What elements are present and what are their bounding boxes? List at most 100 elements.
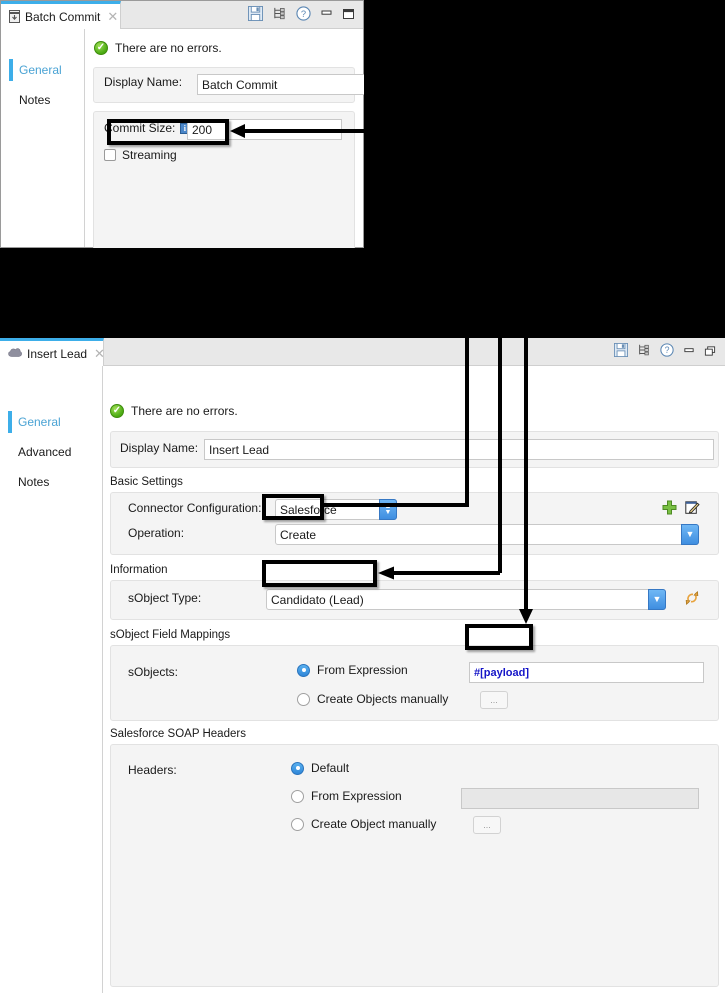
- maximize-icon[interactable]: [342, 7, 355, 25]
- insert-display-name-value: Insert Lead: [209, 442, 270, 457]
- radio-from-expression-label: From Expression: [317, 663, 408, 677]
- minimize-icon[interactable]: [320, 7, 333, 25]
- insert-display-name-input[interactable]: Insert Lead: [204, 439, 714, 460]
- radio-create-object-manually[interactable]: [291, 817, 304, 831]
- gap-band-middle: [0, 248, 725, 338]
- batch-commit-status-text: There are no errors.: [115, 41, 222, 55]
- headers-label: Headers:: [128, 763, 177, 777]
- sobjects-expression-value: #[payload]: [474, 666, 530, 679]
- tab-insert-lead-label: Insert Lead: [27, 346, 88, 361]
- sobjects-browse-button[interactable]: ...: [480, 691, 508, 709]
- sidebar-item-general[interactable]: General: [0, 411, 102, 433]
- screenshot-root: Batch Commit ✕ ? General Notes ✓ There a…: [0, 0, 725, 993]
- radio-create-objects-manually-label: Create Objects manually: [317, 692, 449, 706]
- batch-display-name-group: Display Name: Batch Commit: [93, 67, 369, 103]
- sobject-type-row: sObject Type:: [128, 591, 201, 605]
- sobjects-expression-input[interactable]: #[payload]: [469, 662, 704, 683]
- soap-headers-title: Salesforce SOAP Headers: [110, 728, 246, 740]
- sobject-type-value: Candidato (Lead): [271, 592, 364, 607]
- tab-insert-lead[interactable]: Insert Lead ✕: [0, 338, 105, 366]
- insert-display-name-label: Display Name:: [120, 441, 199, 455]
- field-mappings-group: sObjects: From Expression #[payload] Cre…: [110, 645, 719, 721]
- restore-icon[interactable]: [704, 344, 716, 362]
- close-icon[interactable]: ✕: [105, 10, 118, 23]
- streaming-checkbox[interactable]: [104, 149, 116, 161]
- connector-config-select[interactable]: Salesforce ▲ ▼: [275, 499, 397, 520]
- connector-config-label: Connector Configuration:: [128, 501, 262, 515]
- sidebar-item-notes[interactable]: Notes: [0, 471, 102, 493]
- batch-display-name-input[interactable]: Batch Commit: [197, 74, 369, 95]
- batch-streaming-row[interactable]: Streaming: [104, 148, 177, 162]
- insert-lead-content: ✓ There are no errors. Display Name: Ins…: [104, 366, 725, 993]
- batch-commit-toolbar: ?: [248, 6, 355, 26]
- sidebar-item-notes-label: Notes: [19, 93, 51, 107]
- radio-headers-from-expression[interactable]: [291, 789, 304, 803]
- radio-from-expression[interactable]: [297, 663, 310, 677]
- radio-default[interactable]: [291, 761, 304, 775]
- radio-headers-expression-row[interactable]: From Expression: [291, 789, 402, 803]
- radio-create-manually-row[interactable]: Create Objects manually: [297, 692, 448, 706]
- chevron-down-icon[interactable]: ▼: [648, 589, 666, 610]
- batch-commit-tabstrip: Batch Commit ✕ ?: [1, 1, 363, 29]
- sidebar-item-notes[interactable]: Notes: [1, 89, 84, 111]
- sobjects-label-row: sObjects:: [128, 665, 178, 679]
- tree-icon[interactable]: [637, 343, 651, 362]
- chevron-down-icon[interactable]: ▼: [681, 524, 699, 545]
- sobject-type-select[interactable]: Candidato (Lead) ▼: [266, 589, 666, 610]
- operation-value: Create: [280, 527, 317, 542]
- save-icon[interactable]: [614, 343, 628, 362]
- sidebar-item-general[interactable]: General: [1, 59, 84, 81]
- batch-commit-size-row: Commit Size: i: [104, 121, 190, 135]
- batch-commit-size-group: Commit Size: i 200 Streaming: [93, 111, 355, 259]
- batch-commit-sidebar: General Notes: [1, 29, 85, 247]
- radio-create-object-manually-label: Create Object manually: [311, 817, 437, 831]
- radio-from-expression-row[interactable]: From Expression: [297, 663, 408, 677]
- save-icon[interactable]: [248, 6, 263, 26]
- operation-row: Operation:: [128, 526, 184, 540]
- edit-pencil-icon[interactable]: [685, 500, 700, 520]
- insert-lead-status-text: There are no errors.: [131, 404, 238, 418]
- sidebar-item-advanced[interactable]: Advanced: [0, 441, 102, 463]
- headers-browse-button[interactable]: ...: [473, 816, 501, 834]
- help-icon[interactable]: ?: [660, 343, 674, 362]
- connector-config-row: Connector Configuration:: [128, 501, 261, 515]
- operation-select[interactable]: Create ▼: [275, 524, 699, 545]
- insert-display-name-row: Display Name:: [120, 441, 198, 455]
- radio-default-label: Default: [311, 761, 350, 775]
- radio-headers-manual-row[interactable]: Create Object manually: [291, 817, 436, 831]
- headers-label-row: Headers:: [128, 763, 177, 777]
- success-check-icon: ✓: [110, 404, 124, 418]
- radio-create-objects-manually[interactable]: [297, 692, 310, 706]
- information-group: sObject Type: Candidato (Lead) ▼: [110, 580, 719, 620]
- insert-lead-panel: Insert Lead ✕ ? General Advanced Notes ✓…: [0, 338, 725, 993]
- refresh-metadata-icon[interactable]: [684, 590, 700, 611]
- radio-headers-from-expression-label: From Expression: [311, 789, 402, 803]
- chevron-updown-icon[interactable]: ▲ ▼: [379, 499, 397, 520]
- field-mappings-title: sObject Field Mappings: [110, 629, 231, 641]
- tab-batch-commit-label: Batch Commit: [25, 9, 101, 24]
- batch-commit-size-label: Commit Size:: [104, 121, 176, 135]
- sidebar-item-advanced-label: Advanced: [18, 445, 72, 459]
- insert-lead-tabstrip: Insert Lead ✕ ?: [0, 338, 725, 366]
- streaming-label: Streaming: [122, 148, 177, 162]
- salesforce-cloud-icon: [8, 345, 22, 363]
- insert-lead-toolbar: ?: [614, 343, 716, 362]
- batch-commit-status: ✓ There are no errors.: [94, 41, 222, 55]
- download-glyph: [10, 12, 19, 21]
- close-icon[interactable]: ✕: [92, 347, 105, 360]
- plus-icon[interactable]: [662, 500, 677, 520]
- headers-browse-label: ...: [483, 820, 491, 830]
- tab-batch-commit[interactable]: Batch Commit ✕: [1, 1, 121, 29]
- sobjects-label: sObjects:: [128, 665, 179, 679]
- svg-text:?: ?: [665, 345, 670, 355]
- batch-commit-content: ✓ There are no errors. Display Name: Bat…: [86, 29, 369, 259]
- tree-icon[interactable]: [272, 6, 287, 26]
- radio-default-row[interactable]: Default: [291, 761, 349, 775]
- basic-settings-group: Connector Configuration: Salesforce ▲ ▼: [110, 492, 719, 555]
- batch-commit-size-input[interactable]: 200: [187, 119, 342, 140]
- operation-label: Operation:: [128, 526, 185, 540]
- success-check-icon: ✓: [94, 41, 108, 55]
- help-icon[interactable]: ?: [296, 6, 311, 26]
- information-title: Information: [110, 564, 168, 576]
- minimize-icon[interactable]: [683, 344, 695, 362]
